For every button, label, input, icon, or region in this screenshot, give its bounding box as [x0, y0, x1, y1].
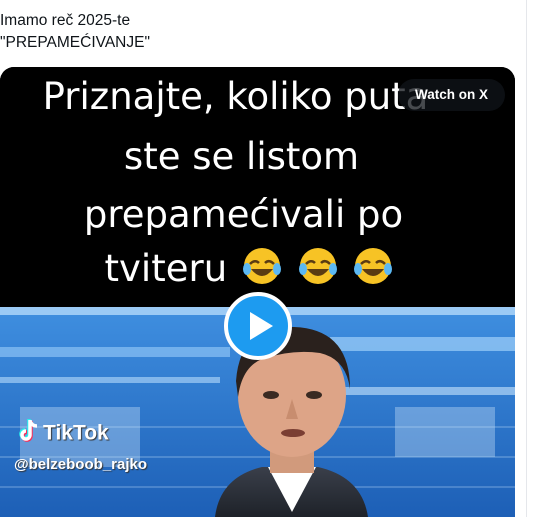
tiktok-logo-icon — [18, 419, 40, 449]
video-caption-line-4-text: tviteru — [104, 247, 228, 290]
video-media-card[interactable]: Priznajte, koliko puta ste se listom pre… — [0, 67, 515, 517]
laughing-emoji-icon — [297, 245, 339, 296]
laughing-emoji-icon — [241, 245, 283, 296]
play-icon — [224, 292, 292, 360]
tweet-text-line-2: "PREPAMEĆIVANJE" — [0, 34, 150, 51]
tweet-text-line-1: Imamo reč 2025-te — [0, 12, 131, 29]
tiktok-brand-text: TikTok — [43, 421, 109, 445]
play-button[interactable] — [224, 292, 292, 360]
watch-on-x-button[interactable]: Watch on X — [398, 79, 505, 111]
column-divider — [526, 0, 527, 517]
video-caption-line-2: ste se listom — [123, 135, 360, 178]
tiktok-username: @belzeboob_rajko — [14, 456, 147, 473]
laughing-emoji-icon — [352, 245, 394, 296]
tiktok-watermark: TikTok — [18, 419, 109, 449]
video-caption-line-3: prepamećivali po — [83, 193, 404, 236]
tweet-text: Imamo reč 2025-te "PREPAMEĆIVANJE" — [0, 10, 500, 54]
video-caption-line-4: tviteru — [0, 245, 507, 296]
